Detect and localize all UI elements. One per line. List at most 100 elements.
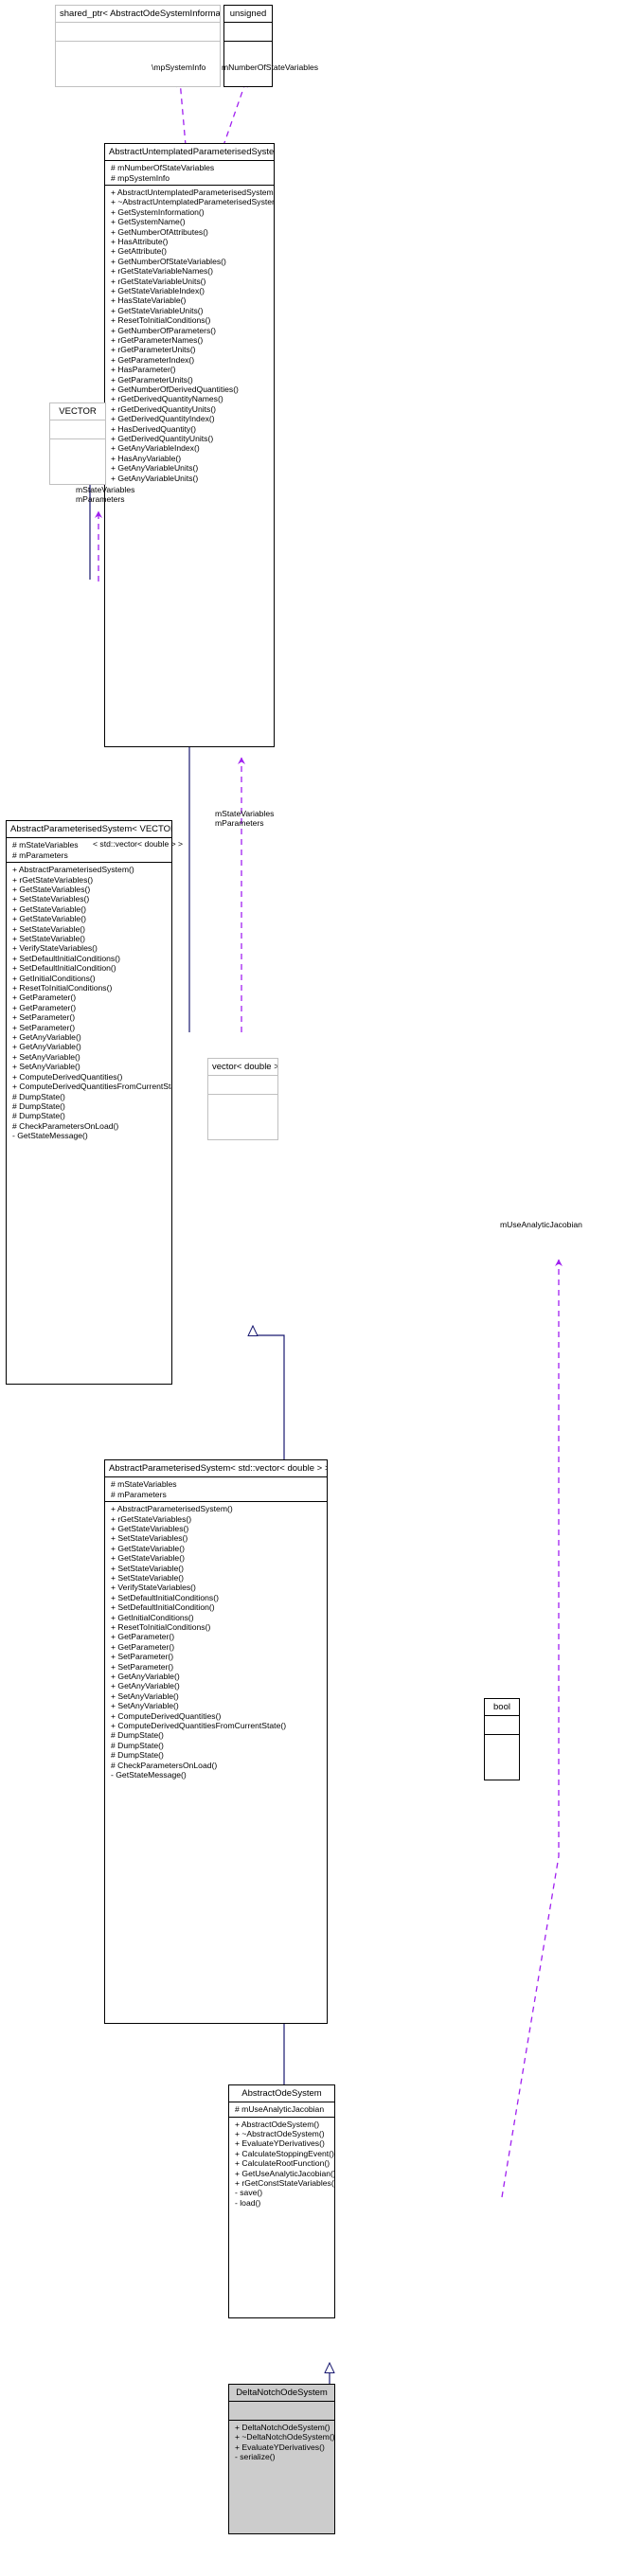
- class-title: unsigned: [224, 6, 272, 24]
- operation-row: + GetSystemInformation(): [111, 206, 205, 217]
- edge-label-line: mParameters: [76, 494, 125, 504]
- class-operations: [56, 42, 220, 60]
- operation-row: + GetDerivedQuantityUnits(): [111, 434, 214, 444]
- operation-row: + HasAttribute(): [111, 236, 169, 246]
- operation-row: + rGetStateVariables(): [111, 1513, 192, 1524]
- class-node-vector-double[interactable]: vector< double >: [207, 1057, 278, 1140]
- class-operations: + AbstractParameterisedSystem() + rGetSt…: [105, 1502, 327, 1781]
- operation-row: + GetStateVariableUnits(): [111, 305, 204, 315]
- class-attributes: [50, 420, 105, 439]
- operation-row: - save(): [235, 2188, 263, 2198]
- edge-label-mstatevariables-mparameters-vector: mStateVariables mParameters: [76, 485, 134, 504]
- operation-row: # DumpState(): [111, 1730, 164, 1741]
- operation-row: - GetStateMessage(): [111, 1770, 187, 1780]
- edge-label-mnumberofstatevariables: mNumberOfStateVariables: [222, 63, 319, 72]
- class-operations: + DeltaNotchOdeSystem() + ~DeltaNotchOde…: [229, 2421, 334, 2464]
- operation-row: + ResetToInitialConditions(): [111, 1622, 211, 1633]
- operation-row: + ComputeDerivedQuantities(): [12, 1071, 123, 1082]
- operation-row: + GetParameterUnits(): [111, 374, 193, 385]
- operation-row: + rGetStateVariables(): [12, 874, 94, 885]
- edge-label-mstatevariables-mparameters-stdvector: mStateVariables mParameters: [215, 809, 274, 828]
- class-attributes: # mNumberOfStateVariables # mpSystemInfo: [105, 161, 274, 186]
- operation-row: - serialize(): [235, 2452, 276, 2462]
- operation-row: - GetStateMessage(): [12, 1131, 88, 1141]
- operation-row: + GetStateVariable(): [12, 914, 86, 924]
- operation-row: + SetAnyVariable(): [111, 1690, 179, 1701]
- class-attributes: [229, 2402, 334, 2421]
- operation-row: + EvaluateYDerivatives(): [235, 2442, 325, 2452]
- class-title: AbstractUntemplatedParameterisedSystem: [105, 144, 274, 162]
- class-title: AbstractOdeSystem: [229, 2085, 334, 2103]
- operation-row: # DumpState(): [12, 1111, 65, 1121]
- operation-row: + ResetToInitialConditions(): [111, 315, 211, 326]
- operation-row: + VerifyStateVariables(): [12, 943, 98, 954]
- edge-label-museanalyticjacobian: mUseAnalyticJacobian: [500, 1220, 582, 1229]
- operation-row: + rGetStateVariableNames(): [111, 266, 214, 277]
- class-operations: [208, 1095, 277, 1113]
- operation-row: - load(): [235, 2197, 261, 2208]
- operation-row: + AbstractUntemplatedParameterisedSystem…: [111, 187, 275, 197]
- class-node-bool[interactable]: bool: [484, 1698, 520, 1781]
- edge-label-line: mParameters: [215, 818, 264, 828]
- operation-row: + VerifyStateVariables(): [111, 1583, 196, 1593]
- class-operations: [50, 439, 105, 457]
- operation-row: + GetNumberOfParameters(): [111, 325, 217, 335]
- class-operations: [224, 42, 272, 60]
- operation-row: + SetStateVariable(): [12, 923, 85, 934]
- operation-row: + GetNumberOfStateVariables(): [111, 256, 226, 266]
- operation-row: + HasParameter(): [111, 365, 176, 375]
- operation-row: + HasAnyVariable(): [111, 453, 182, 463]
- class-operations: + AbstractOdeSystem() + ~AbstractOdeSyst…: [229, 2118, 334, 2210]
- class-node-abstract-ode-system[interactable]: AbstractOdeSystem # mUseAnalyticJacobian…: [228, 2084, 335, 2318]
- operation-row: + GetAnyVariable(): [111, 1672, 180, 1682]
- operation-row: + GetSystemName(): [111, 217, 186, 227]
- class-node-vector[interactable]: VECTOR: [49, 402, 106, 486]
- operation-row: + GetAnyVariableIndex(): [111, 443, 200, 454]
- operation-row: + SetStateVariable(): [111, 1572, 184, 1583]
- class-node-abstract-parameterised-system-vector[interactable]: AbstractParameterisedSystem< VECTOR > # …: [6, 820, 172, 1386]
- operation-row: + GetStateVariables(): [12, 884, 91, 894]
- operation-row: + HasStateVariable(): [111, 295, 187, 306]
- class-attributes: # mStateVariables # mParameters: [105, 1477, 327, 1503]
- operation-row: + GetInitialConditions(): [111, 1612, 194, 1622]
- class-node-abstract-parameterised-system-stdvector[interactable]: AbstractParameterisedSystem< std::vector…: [104, 1459, 328, 2025]
- operation-row: + GetNumberOfAttributes(): [111, 226, 208, 237]
- operation-row: + ResetToInitialConditions(): [12, 983, 113, 993]
- operation-row: + EvaluateYDerivatives(): [235, 2138, 325, 2149]
- class-attributes: [56, 23, 220, 43]
- edge-label-line: mStateVariables: [215, 809, 275, 818]
- attribute-row: # mParameters: [111, 1489, 167, 1499]
- operation-row: + GetStateVariable(): [12, 903, 86, 914]
- operation-row: + SetAnyVariable(): [12, 1062, 80, 1072]
- class-node-abstract-untemplated-parameterised-system[interactable]: AbstractUntemplatedParameterisedSystem #…: [104, 143, 275, 748]
- operation-row: + GetParameter(): [111, 1632, 175, 1642]
- class-node-delta-notch-ode-system[interactable]: DeltaNotchOdeSystem + DeltaNotchOdeSyste…: [228, 2383, 335, 2535]
- operation-row: + rGetStateVariableUnits(): [111, 276, 206, 286]
- operation-row: + SetStateVariable(): [12, 934, 85, 944]
- attribute-row: # mpSystemInfo: [111, 172, 170, 183]
- operation-row: + AbstractParameterisedSystem(): [111, 1504, 233, 1514]
- operation-row: + GetInitialConditions(): [12, 973, 96, 983]
- operation-row: + rGetDerivedQuantityUnits(): [111, 403, 217, 414]
- class-node-unsigned[interactable]: unsigned: [223, 5, 273, 88]
- operation-row: + GetDerivedQuantityIndex(): [111, 414, 215, 424]
- operation-row: + SetAnyVariable(): [12, 1051, 80, 1062]
- operation-row: + SetStateVariables(): [111, 1533, 188, 1544]
- operation-row: + SetStateVariables(): [12, 894, 90, 904]
- operation-row: # DumpState(): [111, 1740, 164, 1750]
- operation-row: + HasDerivedQuantity(): [111, 423, 197, 434]
- class-title: DeltaNotchOdeSystem: [229, 2385, 334, 2402]
- class-attributes: # mUseAnalyticJacobian: [229, 2102, 334, 2118]
- operation-row: + SetDefaultInitialCondition(): [111, 1602, 215, 1613]
- edge-label-template-binding: < std::vector< double > >: [93, 839, 184, 849]
- operation-row: + GetAttribute(): [111, 246, 167, 257]
- operation-row: + ~AbstractOdeSystem(): [235, 2128, 325, 2138]
- operation-row: + CalculateStoppingEvent(): [235, 2148, 334, 2158]
- operation-row: + SetParameter(): [111, 1652, 174, 1662]
- operation-row: + SetParameter(): [12, 1012, 76, 1023]
- operation-row: + rGetDerivedQuantityNames(): [111, 394, 223, 404]
- operation-row: + SetParameter(): [12, 1022, 76, 1032]
- attribute-row: # mUseAnalyticJacobian: [235, 2104, 325, 2115]
- class-node-shared-ptr[interactable]: shared_ptr< AbstractOdeSystemInformation…: [55, 5, 221, 88]
- operation-row: + GetParameter(): [12, 1002, 77, 1012]
